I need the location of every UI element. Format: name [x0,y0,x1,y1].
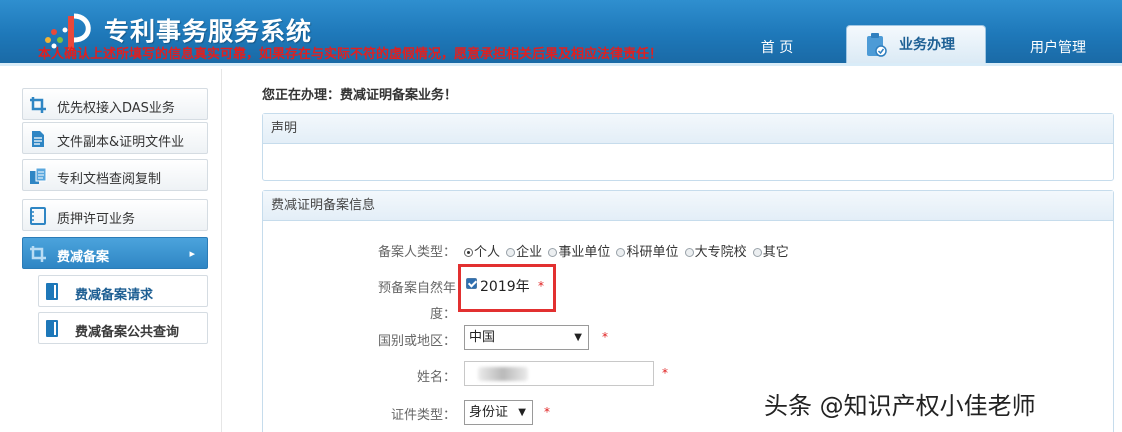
radio-checked-icon [464,248,473,257]
fee-info-title: 费减证明备案信息 [263,191,1113,221]
radio-public-institution[interactable]: 事业单位 [548,241,610,260]
sidebar-subitem-fee-request[interactable]: 费减备案请求 [38,275,208,307]
sidebar-subitem-label: 费减备案公共查询 [75,325,180,340]
sidebar-item-label: 质押许可业务 [57,212,136,227]
sidebar-item-fee-reduction[interactable]: 费减备案 ▸ [22,237,208,269]
required-mark: * [662,366,668,380]
crop-icon [30,97,46,113]
frame-icon [30,207,46,225]
sidebar-item-label: 优先权接入DAS业务 [57,101,175,116]
applicant-type-radio-group: 个人 企业 事业单位 科研单位 大专院校 其它 [464,241,791,260]
chevron-right-icon: ▸ [189,247,195,260]
dropdown-arrow-icon: ▼ [518,407,526,418]
blurred-name [478,367,528,381]
applicant-type-label: 备案人类型： [377,245,456,260]
radio-other[interactable]: 其它 [752,241,789,260]
radio-icon [752,248,762,257]
required-mark: * [544,405,550,419]
radio-icon [616,248,626,257]
id-type-label: 证件类型： [390,408,456,423]
statement-text: 本人确认上述所填写的信息真实可靠，如果存在与实际不符的虚假情况，愿意承担相关后果… [38,47,663,62]
current-task-text: 您正在办理：费减证明备案业务！ [262,88,458,103]
radio-individual[interactable]: 个人 [464,241,500,260]
statement-panel: 声明 [262,113,1114,181]
sidebar-item-label: 文件副本&证明文件业 [57,135,185,150]
id-type-select[interactable]: 身份证 ▼ [464,400,533,425]
statement-title: 声明 [263,114,1113,144]
nav-home[interactable]: 首 页 [742,34,812,63]
radio-research-unit[interactable]: 科研单位 [616,241,678,260]
sidebar-item-das[interactable]: 优先权接入DAS业务 [22,88,208,120]
year-checkbox[interactable] [466,278,477,289]
sidebar-subitem-fee-public-query[interactable]: 费减备案公共查询 [38,312,208,344]
dropdown-arrow-icon: ▼ [574,332,582,343]
sidebar-item-doc-copy[interactable]: 专利文档查阅复制 [22,159,208,191]
nav-business-label: 业务办理 [899,37,955,53]
radio-college[interactable]: 大专院校 [684,241,747,260]
watermark: 头条 @知识产权小佳老师 [764,392,1036,420]
nav-business[interactable]: 业务办理 [846,25,986,63]
sidebar-item-pledge[interactable]: 质押许可业务 [22,199,208,231]
clipboard-icon [867,33,887,57]
year-label-line2: 度： [429,307,456,322]
book-icon [46,320,58,337]
country-label: 国别或地区： [377,334,456,349]
radio-icon [548,248,558,257]
year-value: 2019年 [480,279,530,295]
sidebar-item-file-copy[interactable]: 文件副本&证明文件业 [22,122,208,154]
name-label: 姓名： [416,370,456,385]
radio-enterprise[interactable]: 企业 [506,241,542,260]
nav-users[interactable]: 用户管理 [1010,34,1106,63]
radio-icon [684,248,694,257]
sidebar-item-label: 专利文档查阅复制 [57,172,162,187]
required-mark: * [538,279,544,293]
copy-document-icon [30,167,47,184]
document-icon [32,131,44,147]
crop-icon [30,246,46,262]
sidebar: 优先权接入DAS业务 文件副本&证明文件业 专利文档查阅复制 质押许可业务 费减… [0,69,222,432]
year-label-line1: 预备案自然年 [377,281,456,296]
id-type-value: 身份证 [469,405,509,420]
sidebar-item-label: 费减备案 [57,250,110,265]
country-select[interactable]: 中国 ▼ [464,325,589,350]
sidebar-subitem-label: 费减备案请求 [75,288,154,303]
required-mark: * [602,330,608,344]
book-icon [46,283,58,300]
country-value: 中国 [469,330,496,345]
radio-icon [506,248,516,257]
